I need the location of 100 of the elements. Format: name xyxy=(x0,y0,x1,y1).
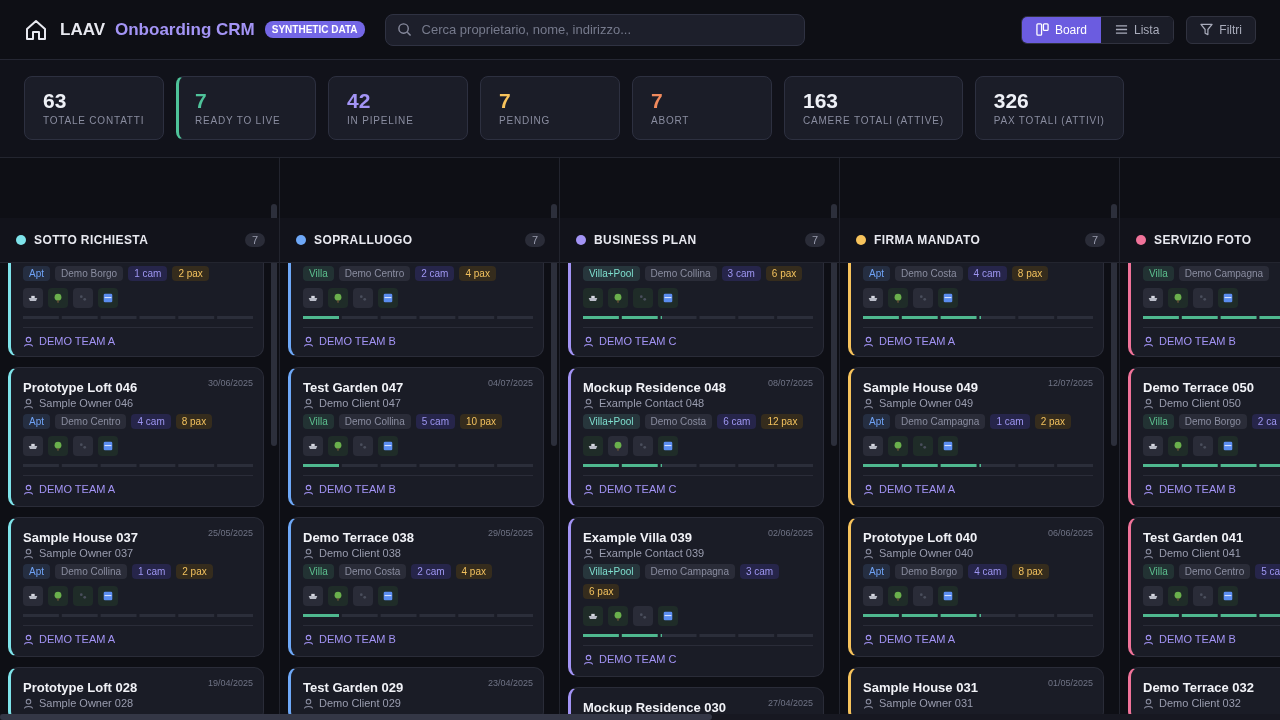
owner-name: Demo Client 032 xyxy=(1159,697,1241,709)
deal-card[interactable]: Prototype Loft 040 06/06/2025 Sample Owner 040 Apt Demo Borgo 4 cam 8 pax DEMO TEAM A xyxy=(848,517,1104,657)
deal-card[interactable]: Apt Demo Costa 4 cam 8 pax DEMO TEAM A xyxy=(848,263,1104,357)
card-title: Prototype Loft 028 xyxy=(23,680,138,695)
property-type-tag: Apt xyxy=(23,266,50,281)
deal-card[interactable]: Sample House 037 25/05/2025 Sample Owner 037 Apt Demo Collina 1 cam 2 pax DEMO TEAM A xyxy=(8,517,264,657)
stat-label: PENDING xyxy=(499,115,552,126)
zone-tag: Demo Borgo xyxy=(55,266,124,281)
column-title: SERVIZIO FOTO xyxy=(1154,233,1253,247)
zone-tag: Demo Collina xyxy=(338,414,411,429)
card-date: 08/07/2025 xyxy=(767,378,813,388)
owner-name: Sample Owner 031 xyxy=(879,697,974,709)
rooms-tag: 3 cam xyxy=(739,564,780,579)
stat-label: ABORT xyxy=(651,115,691,126)
deal-card[interactable]: Demo Terrace 038 29/05/2025 Demo Client 038 Villa Demo Costa 2 cam 4 pax DEMO TEAM B xyxy=(288,517,544,657)
deal-card[interactable]: Sample House 031 01/05/2025 Sample Owner 031 xyxy=(848,667,1104,714)
rooms-tag: 2 cam xyxy=(411,564,451,579)
rooms-tag: 1 cam xyxy=(132,564,172,579)
person-icon xyxy=(863,697,874,709)
zone-tag: Demo Borgo xyxy=(1178,414,1247,429)
scrollbar[interactable] xyxy=(0,714,1280,720)
rooms-tag: 1 cam xyxy=(990,414,1030,429)
property-type-tag: Apt xyxy=(23,414,50,429)
deal-card[interactable]: Demo Terrace 032 Demo Client 032 xyxy=(1128,667,1280,714)
card-date: 25/05/2025 xyxy=(207,528,253,538)
deal-card[interactable]: Mockup Residence 048 08/07/2025 Example Contact 048 Villa+Pool Demo Costa 6 cam 12 pax DEMO TEAM C xyxy=(568,367,824,507)
deal-card[interactable]: Example Villa 039 02/06/2025 Example Contact 039 Villa+Pool Demo Campagna 3 cam 6 pax DEMO TEAM C xyxy=(568,517,824,677)
guests-tag: 4 pax xyxy=(455,564,492,579)
guests-tag: 8 pax xyxy=(1011,266,1049,281)
zone-tag: Demo Costa xyxy=(338,564,407,579)
team-name: DEMO TEAM A xyxy=(879,633,956,645)
card-title: Test Garden 029 xyxy=(303,680,404,695)
deal-card[interactable]: Mockup Residence 030 27/04/2025 xyxy=(568,687,824,714)
guests-tag: 8 pax xyxy=(175,414,213,429)
deal-card[interactable]: Test Garden 029 23/04/2025 Demo Client 029 xyxy=(288,667,544,714)
zone-tag: Demo Campagna xyxy=(1178,266,1270,281)
home-icon[interactable] xyxy=(24,17,48,42)
view-tab[interactable]: Lista xyxy=(1100,16,1174,43)
person-icon xyxy=(1143,697,1154,709)
stat-value: 63 xyxy=(43,89,68,113)
person-icon xyxy=(1143,483,1154,495)
deal-card[interactable]: Demo Terrace 050 Demo Client 050 Villa Demo Borgo 2 ca DEMO TEAM B xyxy=(1128,367,1280,507)
person-icon xyxy=(863,397,874,409)
person-icon xyxy=(303,335,314,347)
deal-card[interactable]: Sample House 049 12/07/2025 Sample Owner 049 Apt Demo Campagna 1 cam 2 pax DEMO TEAM A xyxy=(848,367,1104,507)
deal-card[interactable]: Apt Demo Borgo 1 cam 2 pax DEMO TEAM A xyxy=(8,263,264,357)
person-icon xyxy=(863,483,874,495)
card-date: 23/04/2025 xyxy=(487,678,533,688)
deal-card[interactable]: Villa Demo Centro 2 cam 4 pax DEMO TEAM B xyxy=(288,263,544,357)
guests-tag: 8 pax xyxy=(1012,564,1049,579)
app-name: LAAV xyxy=(60,19,105,40)
person-icon xyxy=(863,633,874,645)
card-date: 06/06/2025 xyxy=(1047,528,1093,538)
property-type-tag: Apt xyxy=(863,564,890,579)
card-title: Prototype Loft 040 xyxy=(863,530,978,545)
guests-tag: 2 pax xyxy=(172,266,209,281)
deal-card[interactable]: Test Garden 047 04/07/2025 Demo Client 047 Villa Demo Collina 5 cam 10 pax DEMO TEAM B xyxy=(288,367,544,507)
deal-card[interactable]: Prototype Loft 046 30/06/2025 Sample Owner 046 Apt Demo Centro 4 cam 8 pax DEMO TEAM A xyxy=(8,367,264,507)
owner-name: Demo Client 038 xyxy=(319,547,401,559)
filter-button[interactable]: Filtri xyxy=(1186,15,1256,44)
column-title: SOTTO RICHIESTA xyxy=(34,233,150,247)
team-name: DEMO TEAM B xyxy=(319,335,396,347)
zone-tag: Demo Collina xyxy=(55,564,128,579)
owner-name: Example Contact 048 xyxy=(599,397,705,409)
property-type-tag: Villa xyxy=(303,564,334,579)
deal-card[interactable]: Villa Demo Campagna DEMO TEAM B xyxy=(1128,263,1280,357)
property-type-tag: Apt xyxy=(863,414,890,429)
search-field[interactable]: Cerca proprietario, nome, indirizzo... xyxy=(384,13,805,46)
owner-name: Sample Owner 046 xyxy=(39,397,134,409)
property-type-tag: Villa+Pool xyxy=(583,564,640,579)
guests-tag: 6 pax xyxy=(765,266,803,281)
team-name: DEMO TEAM A xyxy=(879,483,956,495)
team-name: DEMO TEAM B xyxy=(1159,483,1236,495)
person-icon xyxy=(1143,633,1154,645)
deal-card[interactable]: Villa+Pool Demo Collina 3 cam 6 pax DEMO TEAM C xyxy=(568,263,824,357)
card-title: Mockup Residence 030 xyxy=(583,700,727,714)
team-name: DEMO TEAM C xyxy=(599,653,677,665)
deal-card[interactable]: Test Garden 041 Demo Client 041 Villa Demo Centro 5 ca DEMO TEAM B xyxy=(1128,517,1280,657)
person-icon xyxy=(23,697,34,709)
person-icon xyxy=(583,483,594,495)
card-date: 02/06/2025 xyxy=(767,528,813,538)
rooms-tag: 5 cam xyxy=(415,414,455,429)
owner-name: Sample Owner 028 xyxy=(39,697,134,709)
card-title: Test Garden 047 xyxy=(303,380,404,395)
person-icon xyxy=(583,653,594,665)
owner-name: Sample Owner 040 xyxy=(879,547,974,559)
card-title: Example Villa 039 xyxy=(583,530,692,545)
team-name: DEMO TEAM B xyxy=(1159,633,1236,645)
rooms-tag: 2 ca xyxy=(1251,414,1280,429)
card-title: Demo Terrace 038 xyxy=(303,530,415,545)
team-name: DEMO TEAM A xyxy=(39,633,116,645)
deal-card[interactable]: Prototype Loft 028 19/04/2025 Sample Owner 028 xyxy=(8,667,264,714)
view-tab[interactable]: Board xyxy=(1021,16,1101,43)
property-type-tag: Villa xyxy=(303,266,334,281)
zone-tag: Demo Costa xyxy=(644,414,713,429)
zone-tag: Demo Borgo xyxy=(895,564,964,579)
stat-value: 7 xyxy=(499,89,512,113)
property-type-tag: Apt xyxy=(23,564,50,579)
team-name: DEMO TEAM A xyxy=(39,335,116,347)
property-type-tag: Villa xyxy=(1143,266,1174,281)
